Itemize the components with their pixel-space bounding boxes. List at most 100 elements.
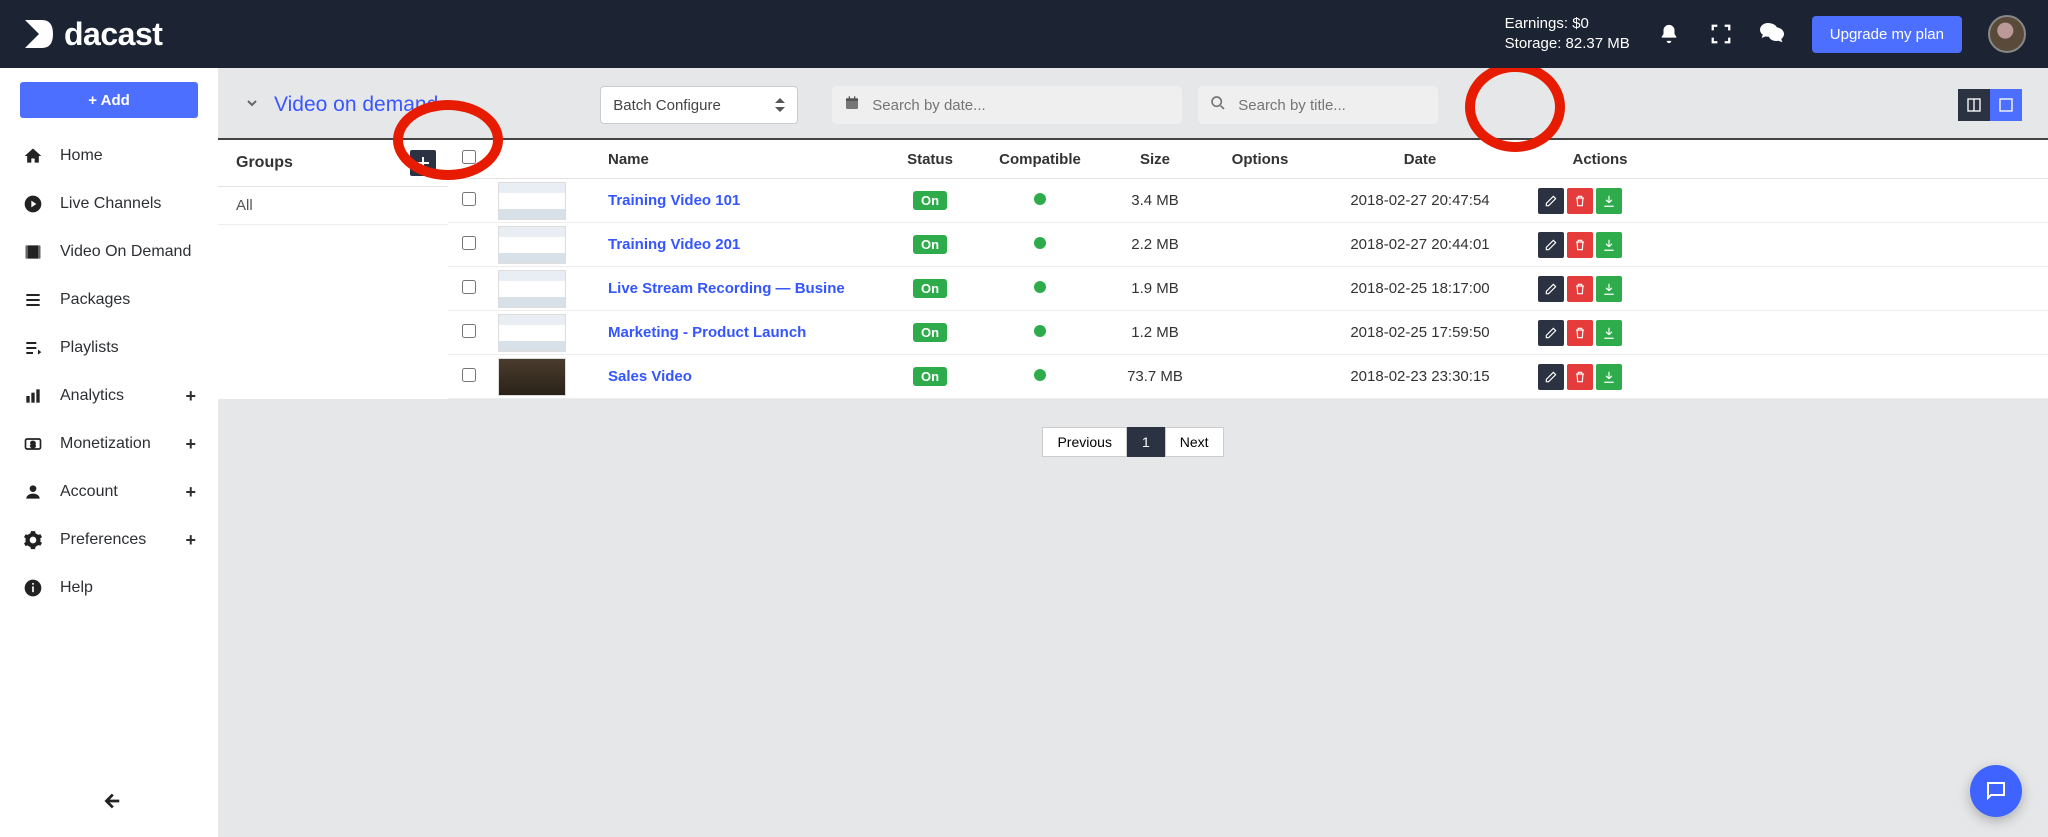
download-button[interactable] [1596, 232, 1622, 258]
calendar-icon [844, 95, 860, 116]
nav-account[interactable]: Account + [0, 468, 218, 516]
row-checkbox[interactable] [462, 280, 476, 294]
fullscreen-icon[interactable] [1708, 21, 1734, 47]
groups-panel: Groups All [218, 138, 448, 399]
nav-playlists[interactable]: Playlists [0, 324, 218, 372]
size-cell: 1.2 MB [1100, 324, 1210, 341]
brand-logo[interactable]: dacast [22, 16, 162, 53]
view-alt-button[interactable] [1990, 89, 2022, 121]
search-by-title[interactable] [1198, 86, 1438, 124]
expand-icon[interactable]: + [185, 434, 196, 455]
search-date-input[interactable] [872, 97, 1170, 114]
nav-preferences[interactable]: Preferences + [0, 516, 218, 564]
table-row: Marketing - Product LaunchOn1.2 MB2018-0… [448, 311, 2048, 355]
nav-label: Monetization [60, 435, 151, 453]
nav-monetization[interactable]: $ Monetization + [0, 420, 218, 468]
pager-prev[interactable]: Previous [1042, 427, 1126, 457]
expand-icon[interactable]: + [185, 482, 196, 503]
expand-icon[interactable]: + [185, 530, 196, 551]
video-thumbnail[interactable] [498, 358, 566, 396]
compatible-indicator [1034, 369, 1046, 381]
chat-icon[interactable] [1760, 21, 1786, 47]
nav-help[interactable]: Help [0, 564, 218, 612]
main-content: Video on demand Batch Configure [218, 68, 2048, 837]
date-cell: 2018-02-23 23:30:15 [1310, 368, 1530, 385]
chat-fab[interactable] [1970, 765, 2022, 817]
nav-vod[interactable]: Video On Demand [0, 228, 218, 276]
search-by-date[interactable] [832, 86, 1182, 124]
pager-next[interactable]: Next [1165, 427, 1224, 457]
videos-table: Name Status Compatible Size Options Date… [448, 138, 2048, 399]
edit-button[interactable] [1538, 232, 1564, 258]
user-avatar[interactable] [1988, 15, 2026, 53]
expand-icon[interactable]: + [185, 386, 196, 407]
delete-button[interactable] [1567, 188, 1593, 214]
video-thumbnail[interactable] [498, 182, 566, 220]
add-group-button[interactable] [410, 150, 436, 176]
video-name-link[interactable]: Live Stream Recording — Busine [608, 280, 845, 297]
film-icon [22, 242, 44, 262]
date-cell: 2018-02-25 18:17:00 [1310, 280, 1530, 297]
video-thumbnail[interactable] [498, 226, 566, 264]
pagination: Previous 1 Next [218, 427, 2048, 457]
delete-button[interactable] [1567, 276, 1593, 302]
status-badge: On [913, 235, 947, 254]
date-cell: 2018-02-27 20:47:54 [1310, 192, 1530, 209]
batch-configure-select[interactable]: Batch Configure [600, 86, 798, 124]
account-stats: Earnings: $0 Storage: 82.37 MB [1505, 14, 1630, 55]
delete-button[interactable] [1567, 320, 1593, 346]
delete-button[interactable] [1567, 364, 1593, 390]
video-thumbnail[interactable] [498, 314, 566, 352]
download-button[interactable] [1596, 364, 1622, 390]
table-row: Training Video 101On3.4 MB2018-02-27 20:… [448, 179, 2048, 223]
video-name-link[interactable]: Marketing - Product Launch [608, 324, 806, 341]
select-all-checkbox[interactable] [462, 150, 476, 164]
gear-icon [22, 530, 44, 550]
table-row: Sales VideoOn73.7 MB2018-02-23 23:30:15 [448, 355, 2048, 399]
play-circle-icon [22, 194, 44, 214]
edit-button[interactable] [1538, 276, 1564, 302]
table-header: Name Status Compatible Size Options Date… [448, 140, 2048, 179]
notifications-icon[interactable] [1656, 21, 1682, 47]
pager-current[interactable]: 1 [1127, 427, 1165, 457]
delete-button[interactable] [1567, 232, 1593, 258]
group-item-all[interactable]: All [218, 187, 448, 225]
nav-packages[interactable]: Packages [0, 276, 218, 324]
row-checkbox[interactable] [462, 192, 476, 206]
edit-button[interactable] [1538, 320, 1564, 346]
download-button[interactable] [1596, 320, 1622, 346]
compatible-indicator [1034, 281, 1046, 293]
table-row: Live Stream Recording — BusineOn1.9 MB20… [448, 267, 2048, 311]
download-button[interactable] [1596, 276, 1622, 302]
collapse-sidebar-icon[interactable] [0, 770, 218, 837]
page-title[interactable]: Video on demand [274, 93, 438, 117]
compatible-indicator [1034, 237, 1046, 249]
video-name-link[interactable]: Sales Video [608, 368, 692, 385]
bar-chart-icon [22, 386, 44, 406]
video-name-link[interactable]: Training Video 201 [608, 236, 740, 253]
video-thumbnail[interactable] [498, 270, 566, 308]
nav-label: Account [60, 483, 118, 501]
user-icon [22, 482, 44, 502]
nav-label: Home [60, 147, 103, 165]
nav-home[interactable]: Home [0, 132, 218, 180]
list-icon [22, 290, 44, 310]
view-split-button[interactable] [1958, 89, 1990, 121]
add-button[interactable]: + Add [20, 82, 198, 118]
row-checkbox[interactable] [462, 236, 476, 250]
edit-button[interactable] [1538, 364, 1564, 390]
edit-button[interactable] [1538, 188, 1564, 214]
search-title-input[interactable] [1238, 97, 1426, 114]
chevron-down-icon[interactable] [244, 93, 260, 117]
svg-text:$: $ [31, 439, 36, 449]
row-checkbox[interactable] [462, 368, 476, 382]
video-name-link[interactable]: Training Video 101 [608, 192, 740, 209]
size-cell: 3.4 MB [1100, 192, 1210, 209]
download-button[interactable] [1596, 188, 1622, 214]
nav-label: Analytics [60, 387, 124, 405]
upgrade-button[interactable]: Upgrade my plan [1812, 16, 1962, 53]
status-badge: On [913, 323, 947, 342]
row-checkbox[interactable] [462, 324, 476, 338]
nav-analytics[interactable]: Analytics + [0, 372, 218, 420]
nav-live-channels[interactable]: Live Channels [0, 180, 218, 228]
